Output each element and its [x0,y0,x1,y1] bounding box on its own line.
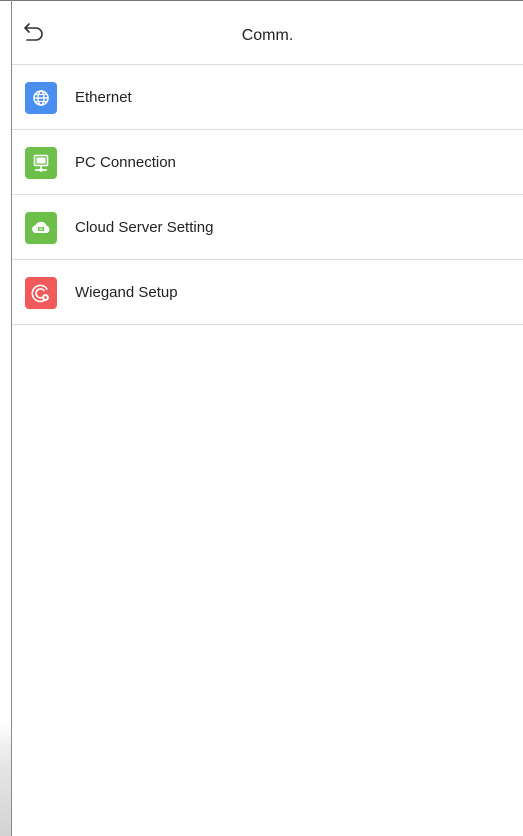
menu-item-wiegand-setup[interactable]: Wiegand Setup [12,260,523,325]
frame-left-edge [0,0,12,836]
comm-menu-list: Ethernet PC Connection Cloud Server Sett… [12,65,523,325]
monitor-icon [25,147,57,179]
menu-item-label: Ethernet [75,89,132,106]
menu-item-label: Wiegand Setup [75,284,178,301]
menu-item-cloud-server-setting[interactable]: Cloud Server Setting [12,195,523,260]
menu-item-label: PC Connection [75,154,176,171]
menu-item-ethernet[interactable]: Ethernet [12,65,523,130]
header-bar: Comm. [12,1,523,65]
wiegand-icon [25,277,57,309]
globe-icon [25,82,57,114]
menu-item-label: Cloud Server Setting [75,219,214,236]
comm-screen: Comm. Ethernet PC Connection Cloud Serve… [0,0,523,836]
back-arrow-icon [24,23,43,41]
frame-shadow [0,720,11,836]
cloud-icon [25,212,57,244]
menu-item-pc-connection[interactable]: PC Connection [12,130,523,195]
back-button[interactable] [21,19,47,45]
page-title: Comm. [241,27,294,44]
